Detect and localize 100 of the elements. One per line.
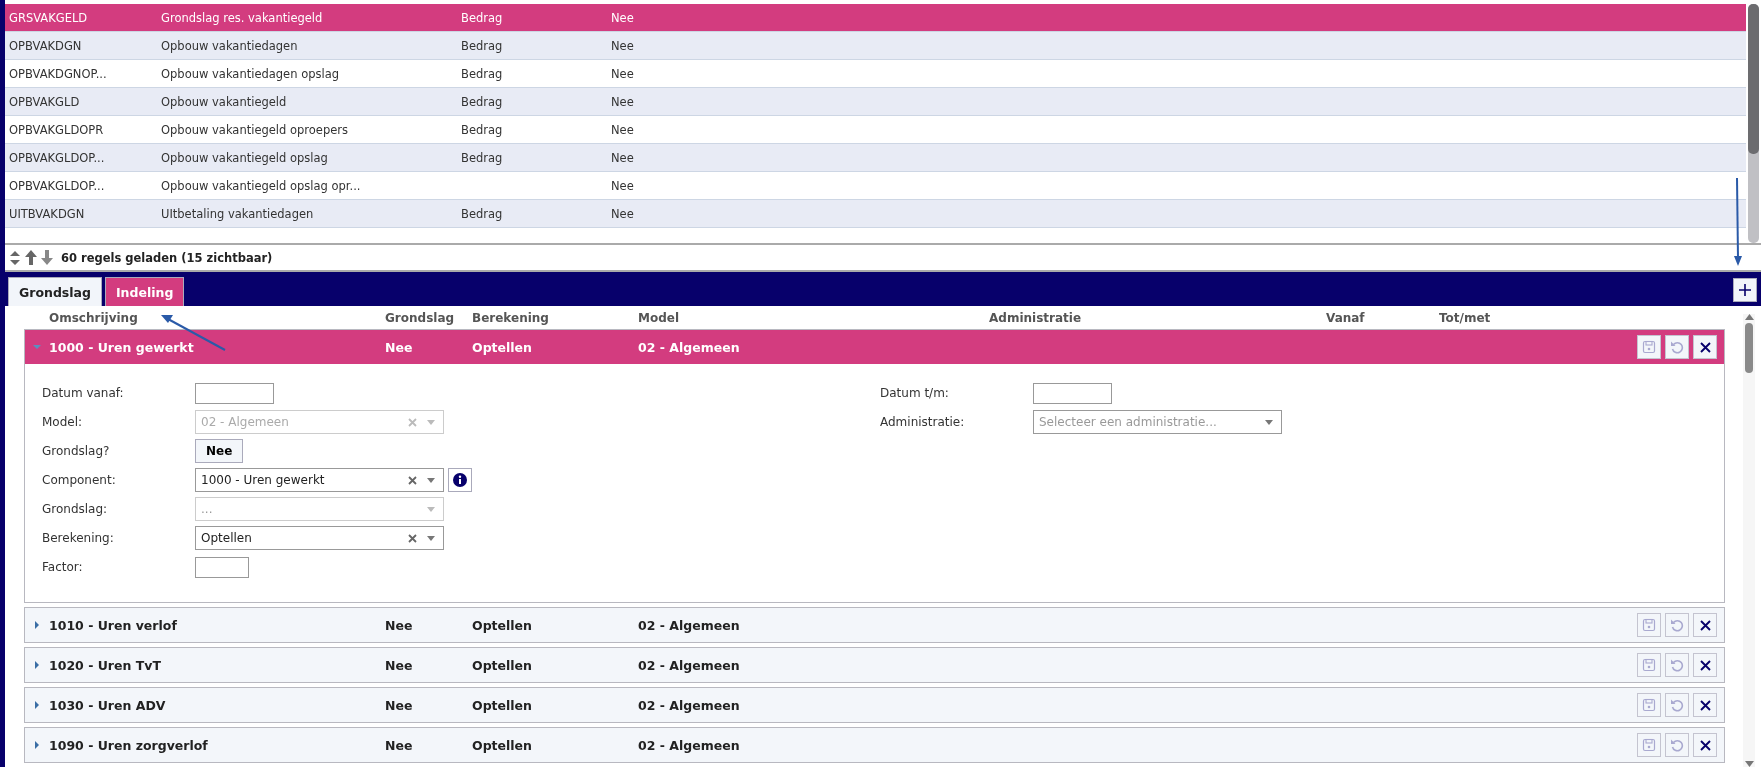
table-cell: Nee (611, 122, 634, 137)
scrollbar[interactable] (1743, 314, 1755, 767)
delete-button[interactable] (1693, 335, 1717, 359)
group-header[interactable]: 1010 - Uren verlof Nee Optellen 02 - Algemeen (25, 608, 1724, 642)
field-label: Factor: (42, 560, 84, 574)
table-cell: Opbouw vakantiedagen (161, 38, 298, 53)
field-label: Administratie: (880, 415, 966, 429)
group-header[interactable]: 1090 - Uren zorgverlof Nee Optellen 02 - Algemeen (25, 728, 1724, 762)
table-cell: OPBVAKGLDOP... (9, 178, 105, 193)
field-label: Model: (42, 415, 84, 429)
dropdown-caret-icon (427, 506, 435, 512)
caret-right-icon[interactable] (35, 741, 39, 749)
scrollbar-thumb[interactable] (1745, 323, 1753, 373)
table-cell: Bedrag (461, 10, 503, 25)
group-cell: Optellen (472, 697, 532, 713)
table-cell: OPBVAKGLDOP... (9, 150, 105, 165)
scrollbar[interactable] (1748, 4, 1759, 243)
group-header[interactable]: 1020 - Uren TvT Nee Optellen 02 - Algemeen (25, 648, 1724, 682)
save-button[interactable] (1637, 653, 1661, 677)
tab[interactable]: Grondslag (8, 277, 102, 306)
info-icon (453, 473, 467, 487)
table-cell: Bedrag (461, 122, 503, 137)
group-cell: Optellen (472, 339, 532, 355)
caret-right-icon[interactable] (35, 661, 39, 669)
date-field[interactable] (1033, 382, 1112, 404)
add-button[interactable] (1733, 278, 1757, 302)
dropdown-caret-icon (427, 477, 435, 483)
group-cell: Nee (385, 339, 413, 355)
date-field[interactable] (195, 382, 274, 404)
field-label: Grondslag: (42, 502, 109, 516)
table-cell: Opbouw vakantiegeld oproepers (161, 122, 348, 137)
group-cell: Nee (385, 617, 413, 633)
arrow-up-icon[interactable] (25, 250, 37, 265)
delete-button[interactable] (1693, 613, 1717, 637)
dropdown-caret-icon (427, 535, 435, 541)
group-cell: 02 - Algemeen (638, 657, 740, 673)
table-cell: Opbouw vakantiegeld (161, 94, 287, 109)
group-cell: 1020 - Uren TvT (49, 657, 161, 673)
group-header[interactable]: 1000 - Uren gewerkt Nee Optellen 02 - Algemeen (25, 330, 1724, 364)
clear-icon[interactable] (408, 533, 417, 543)
scroll-down-icon (1744, 761, 1754, 767)
save-button[interactable] (1637, 335, 1661, 359)
save-icon (1642, 618, 1656, 632)
column-header: Model (638, 310, 680, 325)
info-button[interactable] (448, 468, 472, 492)
group-cell: 02 - Algemeen (638, 737, 740, 753)
table-row[interactable]: UITBVAKDGN UItbetaling vakantiedagen Bedrag Nee (5, 200, 1746, 228)
delete-button[interactable] (1693, 733, 1717, 757)
scrollbar-thumb[interactable] (1748, 4, 1759, 154)
table-cell: OPBVAKGLD (9, 94, 80, 109)
factor-field[interactable] (195, 556, 249, 578)
table-cell: Opbouw vakantiegeld opslag opr... (161, 178, 361, 193)
group-cell: 1000 - Uren gewerkt (49, 339, 194, 355)
table-cell: Bedrag (461, 206, 503, 221)
column-header: Vanaf (1326, 310, 1365, 325)
clear-icon[interactable] (408, 475, 417, 485)
save-button[interactable] (1637, 733, 1661, 757)
table-cell: Grondslag res. vakantiegeld (161, 10, 323, 25)
status-text: 60 regels geladen (15 zichtbaar) (61, 250, 273, 265)
scroll-up-icon (1744, 314, 1754, 320)
close-icon (1698, 340, 1712, 354)
table-row[interactable]: GRSVAKGELD Grondslag res. vakantiegeld Bedrag Nee (5, 4, 1746, 32)
table-row[interactable]: OPBVAKDGN Opbouw vakantiedagen Bedrag Nee (5, 32, 1746, 60)
table-cell: Nee (611, 94, 634, 109)
table-cell: UItbetaling vakantiedagen (161, 206, 314, 221)
select-field[interactable]: Optellen (195, 526, 444, 550)
save-icon (1642, 340, 1656, 354)
caret-right-icon[interactable] (35, 621, 39, 629)
sort-icon[interactable] (9, 250, 21, 265)
close-icon (1698, 738, 1712, 752)
toggle-button[interactable]: Nee (195, 439, 244, 463)
undo-icon (1670, 618, 1684, 632)
table-row[interactable]: OPBVAKGLDOP... Opbouw vakantiegeld opslag Bedrag Nee (5, 144, 1746, 172)
delete-button[interactable] (1693, 693, 1717, 717)
save-button[interactable] (1637, 693, 1661, 717)
field-label: Component: (42, 473, 117, 487)
field-label: Grondslag? (42, 444, 111, 458)
select-field[interactable]: 1000 - Uren gewerkt (195, 468, 444, 492)
table-cell: Bedrag (461, 94, 503, 109)
group-cell: 1010 - Uren verlof (49, 617, 177, 633)
group-cell: Optellen (472, 737, 532, 753)
table-cell: OPBVAKDGNOP... (9, 66, 107, 81)
column-header: Administratie (989, 310, 1082, 325)
save-button[interactable] (1637, 613, 1661, 637)
group-cell: Optellen (472, 617, 532, 633)
table-cell: Nee (611, 206, 634, 221)
tab[interactable]: Indeling (104, 277, 185, 306)
field-label: Datum t/m: (880, 386, 950, 400)
table-cell: Bedrag (461, 66, 503, 81)
field-label: Berekening: (42, 531, 115, 545)
field-label: Datum vanaf: (42, 386, 125, 400)
caret-right-icon[interactable] (35, 701, 39, 709)
undo-icon (1670, 658, 1684, 672)
save-icon (1642, 658, 1656, 672)
arrow-down-icon[interactable] (41, 250, 53, 265)
delete-button[interactable] (1693, 653, 1717, 677)
group-header[interactable]: 1030 - Uren ADV Nee Optellen 02 - Algemeen (25, 688, 1724, 722)
table-row[interactable]: OPBVAKGLD Opbouw vakantiegeld Bedrag Nee (5, 88, 1746, 116)
table-cell: Opbouw vakantiegeld opslag (161, 150, 328, 165)
column-header: Omschrijving (49, 310, 138, 325)
